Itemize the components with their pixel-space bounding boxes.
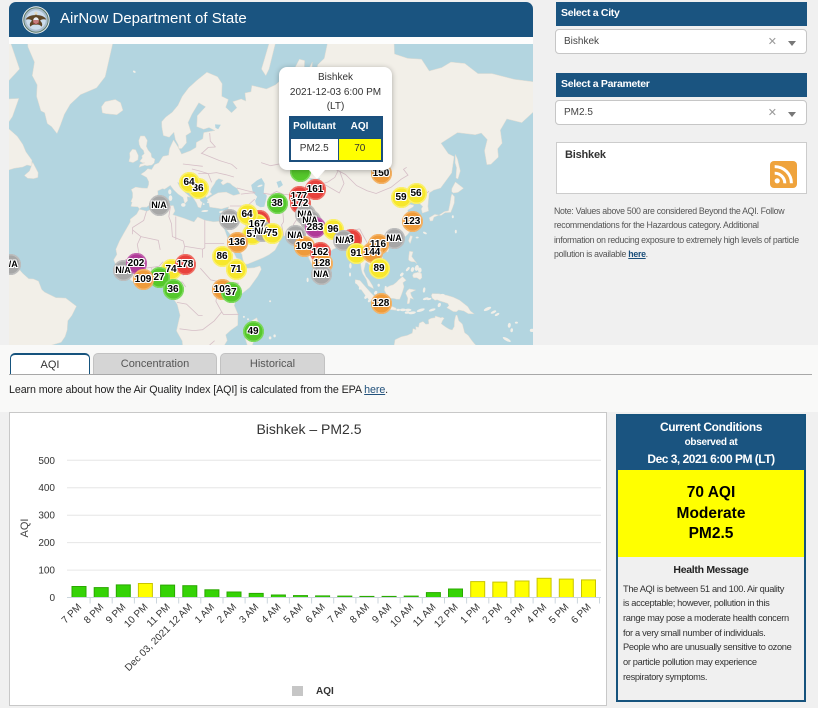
- svg-text:1 PM: 1 PM: [459, 602, 483, 626]
- svg-text:4 PM: 4 PM: [525, 602, 549, 626]
- svg-text:5 AM: 5 AM: [282, 602, 306, 626]
- svg-text:4 AM: 4 AM: [260, 602, 284, 626]
- svg-text:200: 200: [38, 538, 55, 549]
- svg-text:7 PM: 7 PM: [60, 602, 84, 626]
- svg-text:12 PM: 12 PM: [432, 602, 460, 630]
- svg-text:Bishkek – PM2.5: Bishkek – PM2.5: [256, 421, 361, 437]
- svg-text:300: 300: [38, 511, 55, 522]
- svg-text:400: 400: [38, 483, 55, 494]
- svg-text:2 PM: 2 PM: [481, 602, 505, 626]
- svg-text:AQI: AQI: [316, 686, 334, 697]
- svg-text:500: 500: [38, 456, 55, 467]
- svg-text:AQI: AQI: [19, 519, 31, 538]
- svg-text:10 AM: 10 AM: [388, 602, 416, 630]
- svg-text:7 AM: 7 AM: [326, 602, 350, 626]
- svg-text:100: 100: [38, 566, 55, 577]
- svg-text:3 AM: 3 AM: [237, 602, 261, 626]
- svg-text:8 PM: 8 PM: [82, 602, 106, 626]
- svg-text:5 PM: 5 PM: [547, 602, 571, 626]
- svg-text:8 AM: 8 AM: [348, 602, 372, 626]
- svg-text:6 PM: 6 PM: [569, 602, 593, 626]
- svg-text:6 AM: 6 AM: [304, 602, 328, 626]
- svg-text:2 AM: 2 AM: [215, 602, 239, 626]
- svg-text:10 PM: 10 PM: [122, 602, 150, 630]
- svg-text:3 PM: 3 PM: [503, 602, 527, 626]
- svg-text:1 AM: 1 AM: [193, 602, 217, 626]
- svg-text:0: 0: [49, 593, 55, 604]
